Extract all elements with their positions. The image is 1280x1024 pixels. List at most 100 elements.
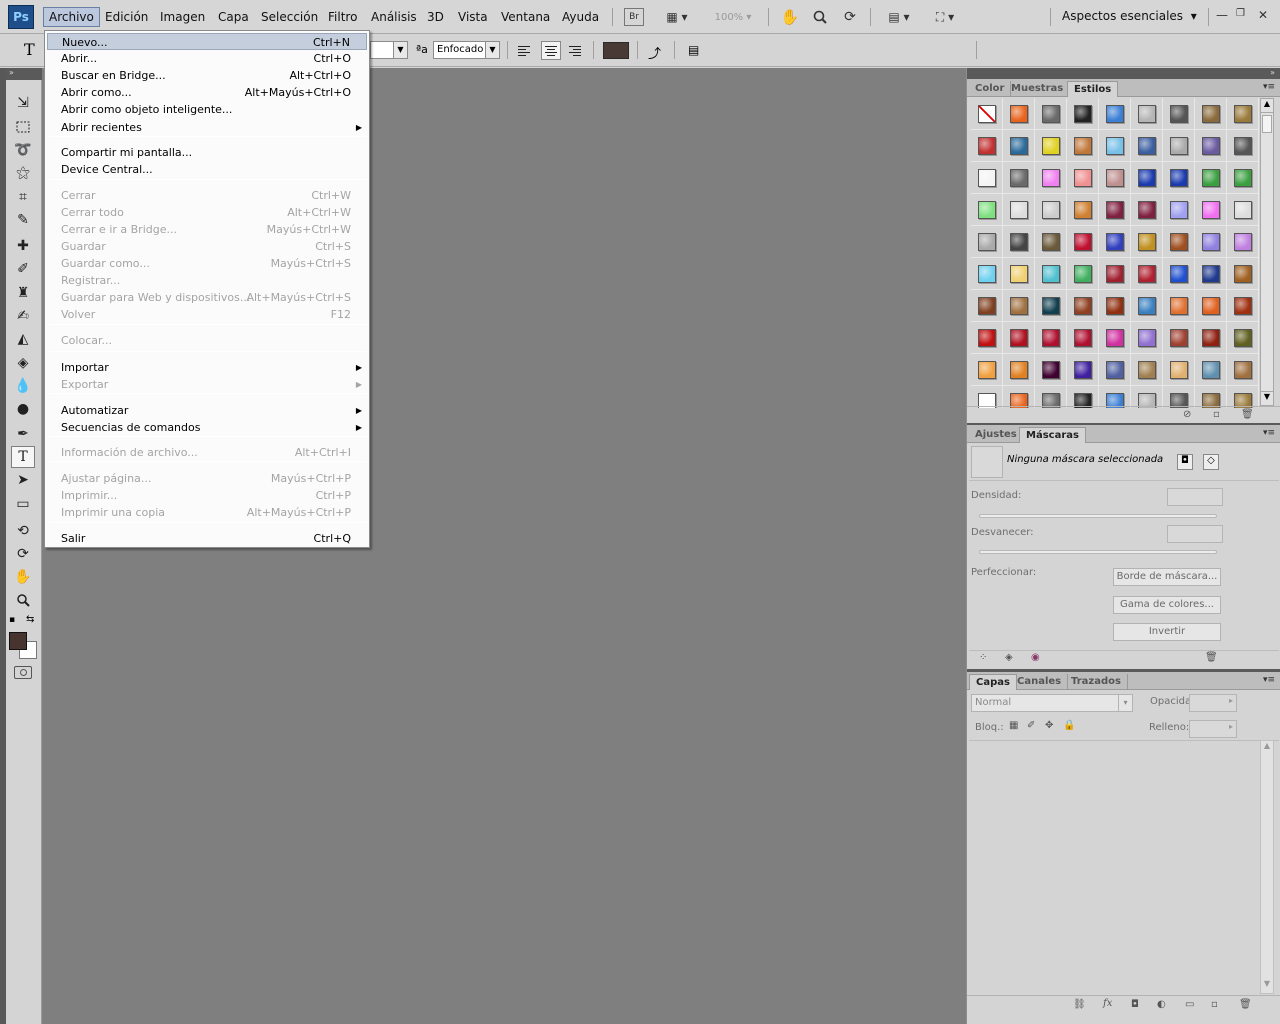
style-preset[interactable]	[1227, 386, 1259, 408]
rotate-view-icon[interactable]: ⟳	[840, 8, 860, 26]
align-right-button[interactable]	[566, 41, 586, 60]
styles-scrollbar[interactable]: ▲ ▼	[1260, 98, 1274, 406]
lock-position-icon[interactable]: ✥	[1045, 720, 1053, 731]
style-preset[interactable]	[1035, 290, 1067, 322]
restore-icon[interactable]: ❐	[1236, 8, 1245, 19]
new-group-icon[interactable]: ▭	[1185, 999, 1194, 1010]
style-preset[interactable]	[1131, 130, 1163, 162]
style-preset[interactable]	[1035, 226, 1067, 258]
style-preset[interactable]	[1227, 194, 1259, 226]
dodge-tool-icon[interactable]: ●	[11, 398, 35, 420]
style-preset[interactable]	[1035, 194, 1067, 226]
3d-orbit-tool-icon[interactable]: ⟳	[11, 543, 35, 565]
style-preset[interactable]	[1003, 354, 1035, 386]
style-preset[interactable]	[1163, 226, 1195, 258]
screen-mode-toggle-icon[interactable]: ⛶ ▾	[928, 8, 962, 26]
style-preset[interactable]	[1163, 130, 1195, 162]
feather-field[interactable]	[1167, 525, 1223, 543]
feather-slider[interactable]	[979, 550, 1217, 554]
arrange-documents-icon[interactable]: ▤ ▾	[882, 8, 916, 26]
fill-field[interactable]: ▸	[1189, 720, 1237, 738]
style-preset[interactable]	[1099, 130, 1131, 162]
scroll-up-icon[interactable]: ▲	[1261, 741, 1273, 755]
font-size-select[interactable]: ▼	[370, 41, 408, 59]
tools-panel-collapse[interactable]: »	[6, 68, 42, 80]
move-tool-icon[interactable]: ⇲	[11, 92, 35, 114]
menu-ayuda[interactable]: Ayuda	[557, 7, 604, 27]
healing-brush-tool-icon[interactable]: ✚	[11, 235, 35, 257]
style-preset[interactable]	[1195, 98, 1227, 130]
bridge-icon[interactable]: Br	[624, 8, 644, 26]
pen-tool-icon[interactable]: ✒	[11, 423, 35, 445]
style-preset[interactable]	[1067, 226, 1099, 258]
density-field[interactable]	[1167, 488, 1223, 506]
style-preset[interactable]	[1099, 290, 1131, 322]
style-preset[interactable]	[1163, 162, 1195, 194]
style-preset[interactable]	[1067, 130, 1099, 162]
style-preset[interactable]	[1195, 130, 1227, 162]
tab-estilos[interactable]: Estilos	[1067, 81, 1119, 97]
lasso-tool-icon[interactable]: ➰	[11, 139, 35, 161]
style-preset[interactable]	[1195, 226, 1227, 258]
style-preset[interactable]	[1227, 258, 1259, 290]
clone-stamp-tool-icon[interactable]: ♜	[11, 282, 35, 304]
style-preset[interactable]	[971, 322, 1003, 354]
zoom-icon[interactable]	[810, 8, 830, 26]
delete-mask-icon[interactable]: 🗑	[1205, 652, 1218, 663]
style-preset[interactable]	[1195, 354, 1227, 386]
style-preset[interactable]	[1163, 386, 1195, 408]
menu-item-nuevo[interactable]: Nuevo... Ctrl+N	[47, 33, 367, 50]
menu-capa[interactable]: Capa	[213, 7, 254, 27]
menu-item-abrir-recientes[interactable]: Abrir recientes ▶	[47, 119, 367, 136]
menu-item-salir[interactable]: Salir Ctrl+Q	[47, 530, 367, 547]
default-colors-icon[interactable]: ▪	[9, 615, 15, 625]
type-tool-preset-icon[interactable]: T	[24, 40, 35, 59]
style-preset[interactable]	[1163, 98, 1195, 130]
style-preset[interactable]	[1099, 322, 1131, 354]
style-preset[interactable]	[1099, 386, 1131, 408]
style-preset[interactable]	[1067, 98, 1099, 130]
style-preset[interactable]	[971, 258, 1003, 290]
style-preset[interactable]	[971, 226, 1003, 258]
style-preset[interactable]	[1227, 162, 1259, 194]
style-preset[interactable]	[971, 354, 1003, 386]
style-preset[interactable]	[1163, 322, 1195, 354]
type-tool-icon[interactable]: T	[11, 446, 35, 468]
menu-item-compartir-mi-pantalla[interactable]: Compartir mi pantalla...	[47, 144, 367, 161]
menu-item-secuencias-de-comandos[interactable]: Secuencias de comandos ▶	[47, 419, 367, 436]
warp-text-icon[interactable]: ⤴	[648, 43, 661, 62]
style-preset[interactable]	[971, 386, 1003, 408]
style-preset[interactable]	[1227, 130, 1259, 162]
style-preset[interactable]	[1067, 290, 1099, 322]
blur-tool-icon[interactable]: 💧	[11, 375, 35, 397]
new-layer-icon[interactable]: ▫	[1211, 999, 1218, 1010]
text-color-swatch[interactable]	[603, 42, 629, 59]
disable-mask-icon[interactable]: ◉	[1031, 652, 1040, 663]
style-preset[interactable]	[1003, 162, 1035, 194]
minimize-icon[interactable]: —	[1216, 8, 1228, 22]
style-preset[interactable]	[1067, 354, 1099, 386]
style-preset[interactable]	[1067, 386, 1099, 408]
menu-item-abrir-como[interactable]: Abrir como... Alt+Mayús+Ctrl+O	[47, 84, 367, 101]
style-preset[interactable]	[1163, 194, 1195, 226]
style-preset[interactable]	[1195, 194, 1227, 226]
delete-layer-icon[interactable]: 🗑	[1239, 999, 1252, 1010]
style-preset[interactable]	[1131, 322, 1163, 354]
menu-imagen[interactable]: Imagen	[155, 7, 210, 27]
style-preset[interactable]	[1035, 130, 1067, 162]
style-preset[interactable]	[1035, 322, 1067, 354]
style-preset[interactable]	[1131, 258, 1163, 290]
style-preset[interactable]	[1195, 290, 1227, 322]
style-preset[interactable]	[1067, 162, 1099, 194]
apply-mask-icon[interactable]: ◈	[1005, 652, 1013, 663]
delete-style-icon[interactable]: 🗑	[1241, 409, 1254, 420]
style-preset[interactable]	[1003, 322, 1035, 354]
crop-tool-icon[interactable]: ⌗	[11, 186, 35, 208]
style-preset[interactable]	[1003, 386, 1035, 408]
style-preset[interactable]	[1099, 226, 1131, 258]
lock-pixels-icon[interactable]: ✐	[1027, 720, 1035, 731]
close-icon[interactable]: ✕	[1258, 8, 1268, 22]
brush-tool-icon[interactable]: ✐	[11, 258, 35, 280]
align-center-button[interactable]	[541, 41, 561, 60]
style-preset[interactable]	[971, 130, 1003, 162]
